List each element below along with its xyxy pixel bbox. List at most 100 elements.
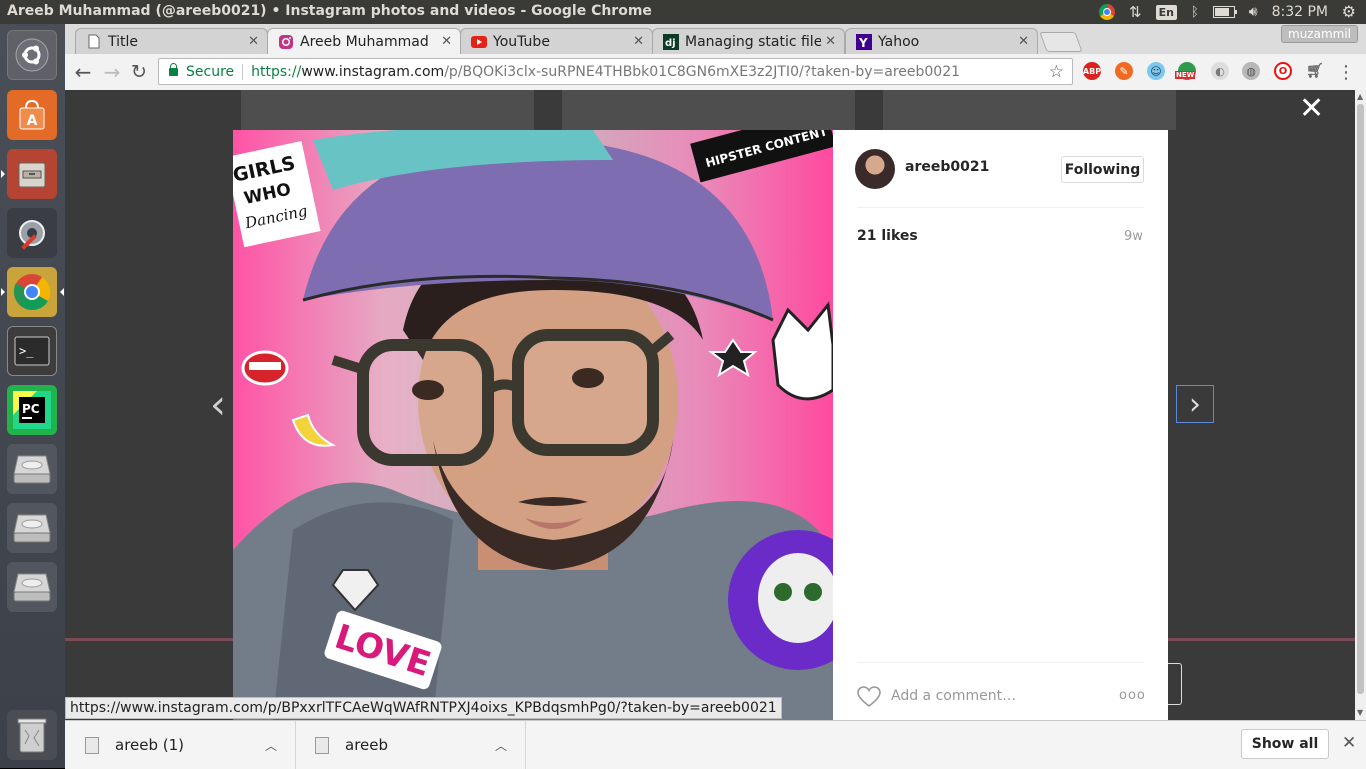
- volume-icon[interactable]: 🔊︎: [1249, 4, 1258, 20]
- brave-rewards-icon[interactable]: ✎: [1115, 62, 1133, 80]
- hard-drive-icon: [13, 455, 51, 484]
- page-icon: [86, 34, 102, 50]
- chrome-tray-icon[interactable]: [1099, 4, 1115, 20]
- scroll-down-icon[interactable]: ▼: [1357, 708, 1363, 717]
- close-modal-icon[interactable]: ✕: [1299, 94, 1324, 124]
- address-bar[interactable]: Secure https://www.instagram.com/p/BQOKi…: [158, 58, 1073, 85]
- following-button[interactable]: Following: [1061, 156, 1144, 183]
- divider: [857, 207, 1144, 208]
- close-icon[interactable]: ✕: [248, 34, 259, 49]
- file-cabinet-icon: [18, 162, 46, 188]
- ubuntu-software-button[interactable]: A: [7, 90, 57, 140]
- clock[interactable]: 8:32 PM: [1272, 4, 1328, 20]
- close-icon[interactable]: ✕: [825, 34, 836, 49]
- unity-launcher: A >_ PC: [0, 24, 66, 768]
- chrome-logo-icon: [13, 274, 51, 310]
- forward-icon[interactable]: →: [101, 60, 123, 84]
- system-tray: ⇅ En ᛒ 🔊︎ 8:32 PM: [1099, 0, 1366, 24]
- keyboard-layout-indicator[interactable]: En: [1155, 4, 1177, 20]
- close-shelf-icon[interactable]: ✕: [1342, 733, 1356, 753]
- system-settings-button[interactable]: [7, 208, 57, 258]
- downloads-shelf: areeb (1) ︿ areeb ︿ Show all ✕: [65, 720, 1366, 769]
- close-icon[interactable]: ✕: [633, 34, 644, 49]
- ubuntu-dash-button[interactable]: [7, 30, 57, 80]
- chevron-up-icon[interactable]: ︿: [495, 737, 507, 754]
- svg-text:Y: Y: [858, 36, 868, 50]
- shopping-bag-icon: A: [19, 99, 45, 130]
- likes-count[interactable]: 21 likes: [857, 228, 918, 244]
- download-name: areeb (1): [115, 736, 185, 754]
- tab-label: Yahoo: [878, 33, 920, 50]
- tab-instagram[interactable]: Areeb Muhammad ✕: [267, 28, 461, 54]
- download-item[interactable]: areeb (1) ︿: [65, 721, 296, 769]
- power-gear-icon[interactable]: ⚙: [1342, 2, 1356, 21]
- post-username[interactable]: areeb0021: [905, 159, 989, 175]
- post-age[interactable]: 9w: [1124, 229, 1143, 244]
- extension-swirl-icon[interactable]: ◐: [1211, 62, 1229, 80]
- tab-label: Title: [108, 33, 139, 50]
- svg-text:>_: >_: [19, 344, 34, 358]
- url-host: www.instagram.com: [301, 63, 445, 80]
- tab-yahoo[interactable]: Y Yahoo ✕: [845, 28, 1038, 54]
- drive-button-2[interactable]: [7, 503, 57, 553]
- bookmark-star-icon[interactable]: ☆: [1049, 62, 1064, 82]
- google-chrome-button[interactable]: [1, 267, 64, 317]
- globe-icon[interactable]: ◍: [1242, 62, 1260, 80]
- background-thumbnail: [562, 90, 855, 130]
- extension-new-icon[interactable]: NEW: [1175, 62, 1196, 80]
- previous-post-icon[interactable]: ‹: [210, 385, 226, 425]
- page-scrollbar[interactable]: ▲ ▼: [1355, 90, 1366, 720]
- scroll-up-icon[interactable]: ▲: [1357, 92, 1363, 101]
- close-icon[interactable]: ✕: [1018, 34, 1029, 49]
- top-panel: Areeb Muhammad (@areeb0021) • Instagram …: [0, 0, 1366, 24]
- network-icon[interactable]: ⇅: [1129, 3, 1142, 21]
- trash-button[interactable]: [7, 710, 57, 760]
- tab-strip: Title ✕ Areeb Muhammad ✕ YouTube ✕ dj Ma…: [65, 24, 1366, 54]
- tab-django[interactable]: dj Managing static file ✕: [652, 28, 845, 54]
- yahoo-icon: Y: [856, 33, 872, 50]
- tab-label: Managing static file: [685, 33, 822, 50]
- new-tab-button[interactable]: [1039, 32, 1083, 52]
- profile-button[interactable]: muzammil: [1281, 25, 1358, 43]
- more-options-icon[interactable]: ooo: [1119, 688, 1146, 703]
- tab-youtube[interactable]: YouTube ✕: [460, 28, 653, 54]
- back-icon[interactable]: ←: [72, 60, 94, 84]
- reload-icon[interactable]: ↻: [128, 61, 150, 83]
- instagram-icon: [278, 34, 294, 50]
- trash-icon: [17, 718, 47, 753]
- bluetooth-icon[interactable]: ᛒ: [1191, 5, 1199, 20]
- cart-icon[interactable]: 🛒︎: [1306, 62, 1324, 80]
- extension-face-icon[interactable]: ☺: [1147, 62, 1165, 80]
- terminal-icon: >_: [14, 336, 50, 366]
- drive-button-3[interactable]: [7, 562, 57, 612]
- scrollbar-thumb[interactable]: [1357, 104, 1364, 694]
- post-photo: LOVE GIRLS WHO Dancing HIPSTER CONTENT: [233, 130, 833, 720]
- menu-icon[interactable]: ⋮: [1335, 61, 1357, 83]
- settings-wrench-icon: [19, 220, 45, 250]
- new-badge: NEW: [1175, 71, 1196, 79]
- close-icon[interactable]: ✕: [441, 34, 452, 49]
- ubuntu-logo-icon: [15, 38, 49, 72]
- django-icon: dj: [663, 33, 679, 50]
- svg-text:dj: dj: [665, 38, 676, 49]
- download-name: areeb: [345, 736, 389, 754]
- avatar[interactable]: [855, 149, 895, 189]
- download-item[interactable]: areeb ︿: [295, 721, 526, 769]
- svg-text:A: A: [27, 113, 38, 129]
- pycharm-button[interactable]: PC: [7, 385, 57, 435]
- terminal-button[interactable]: >_: [7, 326, 57, 376]
- battery-icon[interactable]: [1212, 6, 1237, 18]
- tab-title[interactable]: Title ✕: [75, 28, 268, 54]
- drive-button-1[interactable]: [7, 444, 57, 494]
- url-scheme: https://: [251, 63, 302, 80]
- file-manager-button[interactable]: [1, 149, 57, 199]
- comment-input[interactable]: Add a comment…: [891, 688, 1016, 704]
- secure-label: Secure: [186, 63, 235, 80]
- chevron-up-icon[interactable]: ︿: [265, 737, 277, 754]
- adblock-plus-icon[interactable]: ABP: [1083, 62, 1101, 80]
- show-all-button[interactable]: Show all: [1241, 729, 1329, 759]
- next-post-icon[interactable]: ›: [1176, 385, 1214, 423]
- divider: [857, 662, 1144, 663]
- like-heart-icon[interactable]: [857, 686, 881, 712]
- opera-icon[interactable]: O: [1274, 62, 1292, 80]
